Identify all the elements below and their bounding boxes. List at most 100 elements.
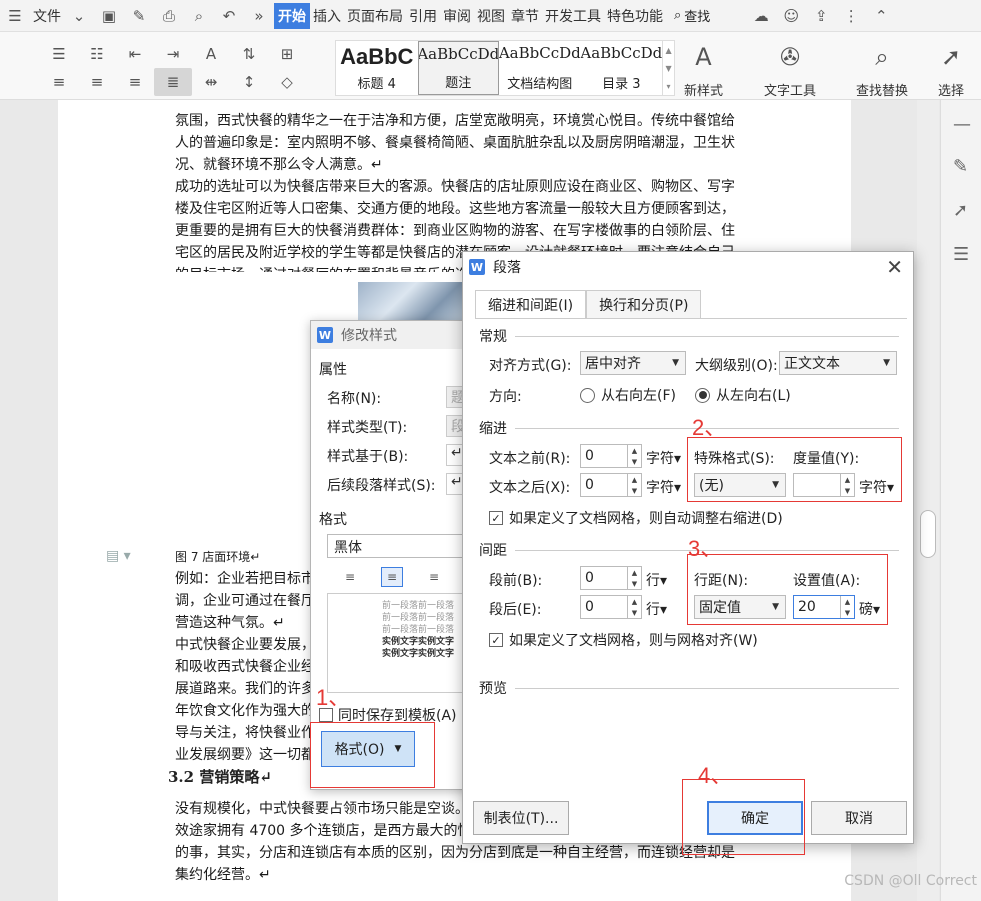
doc-paragraph-3: 例如：企业若把目标市调，企业可通过在餐厅营造这种气氛。↵: [175, 571, 315, 631]
vertical-scrollbar[interactable]: [917, 100, 939, 901]
pointer-icon[interactable]: ➚: [953, 200, 968, 221]
sort-icon[interactable]: ⇅: [230, 40, 268, 68]
figure-caption: 图 7 店面环境↵: [175, 550, 261, 564]
align-right-icon[interactable]: ≡: [423, 567, 445, 587]
align-center-icon[interactable]: ≡: [78, 68, 116, 96]
cloud-icon[interactable]: ☁: [750, 6, 772, 26]
spinner-arrows-icon[interactable]: ▲ ▼: [627, 567, 641, 589]
after-text-input[interactable]: 0 ▲ ▼: [580, 473, 642, 497]
tab-home[interactable]: 开始: [274, 2, 310, 29]
more-icon[interactable]: »: [248, 6, 270, 26]
align-left-icon[interactable]: ≡: [40, 68, 78, 96]
space-after-label: 段后(E):: [489, 602, 542, 618]
tab-review[interactable]: 审阅: [440, 6, 474, 26]
print-icon[interactable]: ⎙: [158, 6, 180, 26]
justify-icon[interactable]: ≣: [154, 68, 192, 96]
indent-group-label: 缩进: [479, 418, 899, 438]
after-text-unit[interactable]: 字符▾: [646, 477, 681, 497]
search-button[interactable]: ⌕ 查找: [674, 6, 710, 25]
before-text-unit[interactable]: 字符▾: [646, 448, 681, 468]
space-before-unit[interactable]: 行▾: [646, 570, 667, 590]
share-icon[interactable]: ⇪: [810, 6, 832, 26]
outline-level-select[interactable]: 正文文本 ▼: [779, 351, 897, 375]
scroll-thumb[interactable]: [920, 510, 936, 558]
settings-sliders-icon[interactable]: ☰: [953, 244, 969, 265]
collapse-icon[interactable]: ⌃: [870, 6, 892, 26]
find-replace-button[interactable]: ⌕ 查找替换: [856, 40, 908, 99]
distributed-icon[interactable]: ⇹: [192, 68, 230, 96]
tab-stops-button[interactable]: 制表位(T)...: [473, 801, 569, 835]
style-document-map[interactable]: AaBbCcDd 文档结构图: [499, 41, 581, 95]
style-caption[interactable]: AaBbCcDd 题注: [417, 41, 500, 95]
annotation-number-3: 3、: [688, 536, 723, 561]
shading-icon[interactable]: ◇: [268, 68, 306, 96]
border-icon[interactable]: ⊞: [268, 40, 306, 68]
new-style-button[interactable]: A 新样式: [684, 40, 723, 99]
space-after-input[interactable]: 0 ▲ ▼: [580, 595, 642, 619]
modify-style-titlebar[interactable]: W 修改样式: [311, 321, 484, 349]
save-icon[interactable]: ▣: [98, 6, 120, 26]
spinner-arrows-icon[interactable]: ▲ ▼: [627, 474, 641, 496]
style-toc3[interactable]: AaBbCcDd 目录 3: [581, 41, 663, 95]
paragraph-tabs: 缩进和间距(I) 换行和分页(P): [475, 290, 702, 318]
before-text-input[interactable]: 0 ▲ ▼: [580, 444, 642, 468]
select-button[interactable]: ➚ 选择: [938, 40, 964, 99]
print-preview-icon[interactable]: ⌕: [188, 6, 210, 26]
annotation-box-1: [310, 722, 435, 788]
tab-insert[interactable]: 插入: [310, 6, 344, 26]
space-after-unit[interactable]: 行▾: [646, 599, 667, 619]
user-icon[interactable]: ☺: [780, 6, 802, 26]
hamburger-icon[interactable]: ☰: [4, 6, 26, 26]
decrease-indent-icon[interactable]: ⇤: [116, 40, 154, 68]
tab-line-page-breaks[interactable]: 换行和分页(P): [586, 290, 702, 318]
style-heading4[interactable]: AaBbC 标题 4: [336, 41, 418, 95]
chevron-down-icon[interactable]: ⌄: [68, 6, 90, 26]
menu-file[interactable]: 文件: [30, 6, 64, 26]
doc-paragraph-4: 中式快餐企业要发展，和吸收西式快餐企业经展道路来。我们的许多年饮食文化作为强大的…: [175, 637, 315, 763]
align-left-icon[interactable]: ≡: [339, 567, 361, 587]
style-gallery-scroll[interactable]: ▲ ▼ ▾: [662, 41, 674, 95]
space-before-input[interactable]: 0 ▲ ▼: [580, 566, 642, 590]
pen-icon[interactable]: ✎: [953, 156, 968, 177]
rtl-radio[interactable]: 从右向左(F): [580, 385, 676, 405]
line-spacing-icon[interactable]: ↕: [230, 68, 268, 96]
close-icon[interactable]: ✕: [886, 255, 903, 279]
numbered-list-icon[interactable]: ☷: [78, 40, 116, 68]
tab-features[interactable]: 特色功能: [604, 6, 666, 26]
paragraph-tools: ☰ ☷ ⇤ ⇥ A ⇅ ⊞ ≡ ≡ ≡ ≣ ⇹ ↕ ◇: [40, 40, 330, 96]
paragraph-titlebar[interactable]: W 段落: [463, 252, 913, 282]
alignment-select[interactable]: 居中对齐 ▼: [580, 351, 686, 375]
bullet-list-icon[interactable]: ☰: [40, 40, 78, 68]
tab-section[interactable]: 章节: [508, 6, 542, 26]
spinner-arrows-icon[interactable]: ▲ ▼: [627, 445, 641, 467]
undo-icon[interactable]: ↶: [218, 6, 240, 26]
auto-indent-checkbox[interactable]: ✓ 如果定义了文档网格，则自动调整右缩进(D): [489, 508, 783, 528]
more-vertical-icon[interactable]: ⋮: [840, 6, 862, 26]
tab-references[interactable]: 引用: [406, 6, 440, 26]
align-right-icon[interactable]: ≡: [116, 68, 154, 96]
checkmark-icon: ✓: [489, 633, 503, 647]
increase-indent-icon[interactable]: ⇥: [154, 40, 192, 68]
tab-page-layout[interactable]: 页面布局: [344, 6, 406, 26]
tab-divider: [475, 318, 907, 319]
text-tools-button[interactable]: ✇ 文字工具: [764, 40, 816, 99]
tab-developer[interactable]: 开发工具: [542, 6, 604, 26]
before-text-label: 文本之前(R):: [489, 451, 571, 467]
radio-selected-icon: [695, 387, 710, 403]
spinner-arrows-icon[interactable]: ▲ ▼: [627, 596, 641, 618]
annotation-number-2: 2、: [692, 415, 727, 440]
document-icon[interactable]: ▤ ▾: [106, 548, 131, 564]
cancel-button[interactable]: 取消: [811, 801, 907, 835]
align-center-icon[interactable]: ≡: [381, 567, 403, 587]
tab-view[interactable]: 视图: [474, 6, 508, 26]
format-painter-icon[interactable]: ✎: [128, 6, 150, 26]
doc-paragraph-1: 氛围，西式快餐的精华之一在于洁净和方便，店堂宽敞明亮，环境赏心悦目。传统中餐馆给…: [175, 113, 735, 173]
based-on-label: 样式基于(B):: [327, 449, 409, 465]
menu-bar: ☰ 文件 ⌄ ▣ ✎ ⎙ ⌕ ↶ » 开始 插入 页面布局 引用 审阅 视图 章…: [0, 0, 981, 32]
ltr-radio[interactable]: 从左向右(L): [695, 385, 791, 405]
wps-logo-icon: W: [317, 327, 333, 343]
tab-indent-spacing[interactable]: 缩进和间距(I): [475, 290, 587, 318]
char-scale-icon[interactable]: A: [192, 40, 230, 68]
search-icon: ⌕: [674, 8, 682, 23]
snap-to-grid-checkbox[interactable]: ✓ 如果定义了文档网格，则与网格对齐(W): [489, 630, 758, 650]
